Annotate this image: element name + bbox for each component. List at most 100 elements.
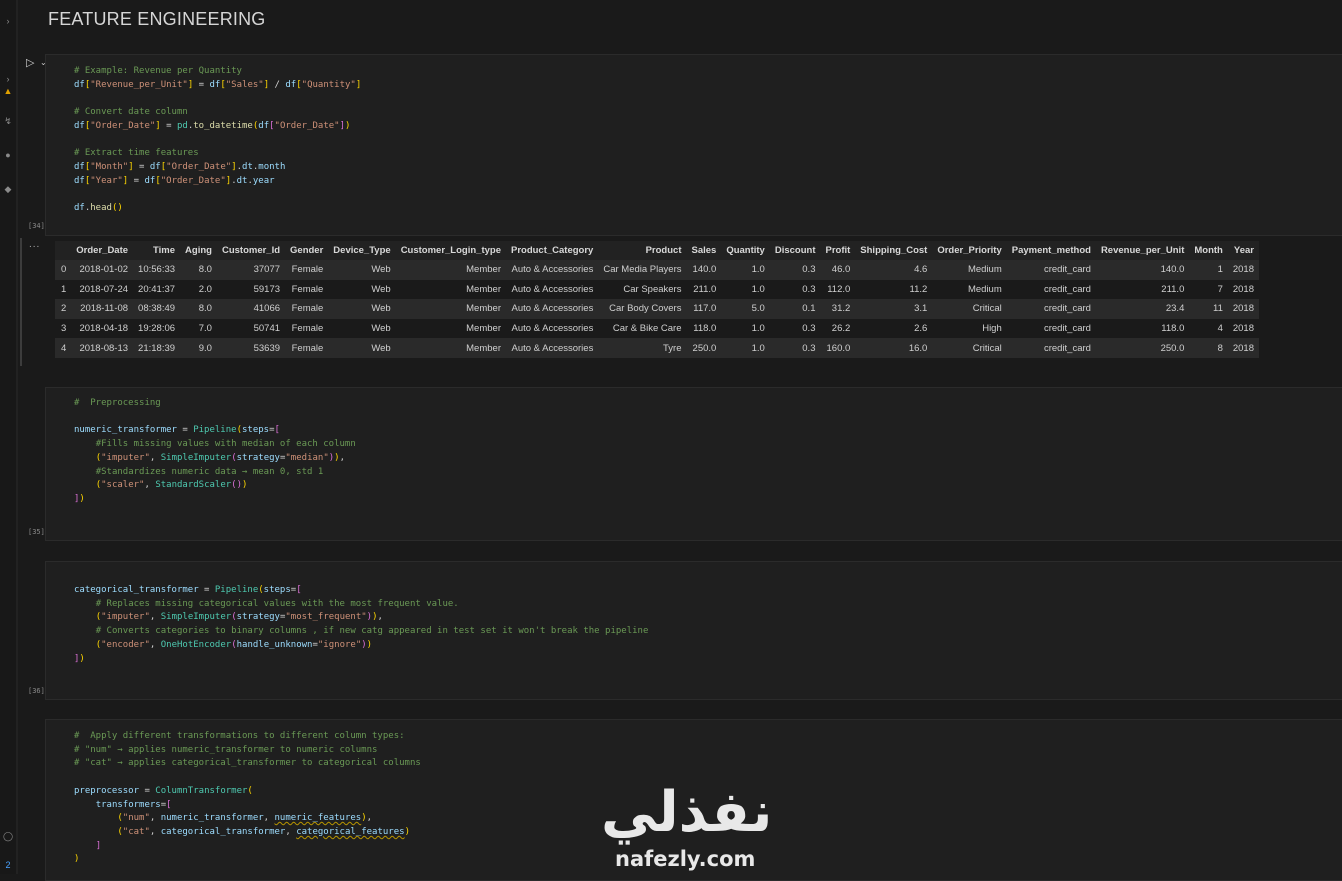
column-header: Profit <box>820 241 856 260</box>
extensions-icon[interactable]: ◆ <box>3 184 13 194</box>
table-cell: 1.0 <box>721 338 770 358</box>
table-cell: 46.0 <box>820 260 856 280</box>
table-cell: 117.0 <box>686 299 722 319</box>
table-cell: Female <box>285 260 329 280</box>
table-cell: 118.0 <box>1161 323 1185 335</box>
table-cell: 23.4 <box>1095 299 1190 319</box>
table-cell: 26.2 <box>831 323 851 335</box>
table-cell: Member <box>466 323 501 335</box>
column-header: Discount <box>769 241 821 260</box>
table-cell: credit_card <box>1043 323 1091 335</box>
table-cell: 0.3 <box>802 283 816 295</box>
column-header: Shipping_Cost <box>855 241 933 260</box>
execution-count: [34] <box>28 222 45 230</box>
table-cell: 50741 <box>253 323 281 335</box>
more-icon[interactable]: ... <box>29 239 40 250</box>
column-header: Aging <box>180 241 217 260</box>
table-cell: 2018 <box>1227 299 1259 319</box>
table-cell: 11.2 <box>909 283 928 295</box>
code-cell-35[interactable]: # Preprocessing numeric_transformer = Pi… <box>45 387 1342 541</box>
table-cell: 2018 <box>1227 338 1259 358</box>
code-editor[interactable]: # Apply different transformations to dif… <box>74 730 421 867</box>
table-cell: 19:28:06 <box>138 323 176 335</box>
watermark-logo: نفذلي nafezly.com <box>601 783 781 873</box>
chevron-right-icon[interactable]: › <box>3 74 13 84</box>
column-header: Payment_method <box>1006 241 1096 260</box>
column-header: Revenue_per_Unit <box>1095 241 1190 260</box>
table-cell: 21:18:39 <box>133 338 181 358</box>
table-cell: 16.0 <box>855 338 933 358</box>
table-cell: 211.0 <box>693 283 717 295</box>
table-header-row: Order_Date Time Aging Customer_Id Gender Devi… <box>55 241 1259 260</box>
table-cell: 11 <box>1189 299 1228 319</box>
table-cell: Critical <box>932 299 1007 319</box>
table-cell: Female <box>291 283 324 295</box>
table-cell: Member <box>395 260 506 280</box>
table-cell: 2018 <box>1227 260 1259 280</box>
row-index: 0 <box>55 260 72 280</box>
table-cell: Auto & Accessories <box>511 323 594 335</box>
table-row: 2 2018-11-08 08:38:49 8.0 41066 Female Web Memb… <box>55 299 1259 319</box>
warning-icon[interactable]: ▲ <box>3 86 13 96</box>
table-cell: 4.6 <box>855 260 933 280</box>
table-cell: 08:38:49 <box>133 299 181 319</box>
table-cell: 59173 <box>253 283 281 295</box>
column-header: Year <box>1227 241 1259 260</box>
table-cell: 2018 <box>1232 283 1254 295</box>
table-cell: Auto & Accessories <box>505 338 599 358</box>
table-cell: 41066 <box>216 299 286 319</box>
table-cell: Medium <box>932 260 1007 280</box>
table-cell: credit_card <box>1006 260 1096 280</box>
table-cell: 2018 <box>1232 323 1254 335</box>
column-header: Customer_Login_type <box>395 241 506 260</box>
table-cell: 1.0 <box>751 323 765 335</box>
code-cell-36[interactable]: categorical_transformer = Pipeline(steps… <box>45 561 1342 700</box>
settings-icon[interactable]: 2 <box>3 860 13 870</box>
table-cell: 140.0 <box>1095 260 1190 280</box>
table-cell: credit_card <box>1006 338 1096 358</box>
table-cell: 2018-08-13 <box>71 338 134 358</box>
column-header: Product <box>598 241 687 260</box>
table-cell: 1 <box>1189 260 1228 280</box>
table-cell: 250.0 <box>686 338 722 358</box>
watermark-latin: nafezly.com <box>615 847 756 871</box>
column-header: Order_Priority <box>932 241 1007 260</box>
chevron-right-icon[interactable]: › <box>3 16 13 26</box>
table-row: 1 2018-07-24 20:41:37 2.0 59173 Female Web Memb… <box>55 280 1259 300</box>
table-cell: Female <box>285 338 329 358</box>
table-cell: 250.0 <box>1095 338 1190 358</box>
column-header <box>55 241 72 260</box>
account-icon[interactable]: ◯ <box>3 831 13 841</box>
table-cell: Car Body Covers <box>598 299 687 319</box>
code-cell-34[interactable]: # Example: Revenue per Quantity df["Reve… <box>45 54 1342 236</box>
table-body: 0 2018-01-02 10:56:33 8.0 37077 Female Web Memb… <box>55 260 1259 358</box>
table-cell: High <box>982 323 1002 335</box>
code-editor[interactable]: # Preprocessing numeric_transformer = Pi… <box>74 397 356 507</box>
debug-icon[interactable]: ● <box>3 150 13 160</box>
table-cell: Auto & Accessories <box>511 283 594 295</box>
code-editor[interactable]: categorical_transformer = Pipeline(steps… <box>74 584 648 666</box>
table-cell: credit_card <box>1043 283 1091 295</box>
table-cell: 9.0 <box>180 338 217 358</box>
table-cell: 2.0 <box>198 283 212 295</box>
table-cell: 8.0 <box>180 260 217 280</box>
table-cell: 0.3 <box>769 338 821 358</box>
table-cell: Car Speakers <box>623 283 682 295</box>
table-cell: Critical <box>932 338 1007 358</box>
table-cell: Member <box>395 299 506 319</box>
table-cell: Auto & Accessories <box>505 299 599 319</box>
column-header: Order_Date <box>71 241 134 260</box>
column-header: Device_Type <box>328 241 396 260</box>
table-cell: 20:41:37 <box>138 283 176 295</box>
table-cell: 37077 <box>216 260 286 280</box>
table-cell: 3.1 <box>855 299 933 319</box>
activity-bar: › › ▲ ↯ ● ◆ ◯ 2 <box>0 0 16 874</box>
column-header: Gender <box>285 241 329 260</box>
code-editor[interactable]: # Example: Revenue per Quantity df["Reve… <box>74 65 361 216</box>
branch-icon[interactable]: ↯ <box>3 116 13 126</box>
table-cell: 140.0 <box>686 260 722 280</box>
table-row: 4 2018-08-13 21:18:39 9.0 53639 Female Web Memb… <box>55 338 1259 358</box>
output-collapse-bar[interactable] <box>20 238 22 366</box>
table-row: 3 2018-04-18 19:28:06 7.0 50741 Female Web Memb… <box>55 319 1259 339</box>
run-cell-icon[interactable]: ▷ <box>26 56 34 69</box>
